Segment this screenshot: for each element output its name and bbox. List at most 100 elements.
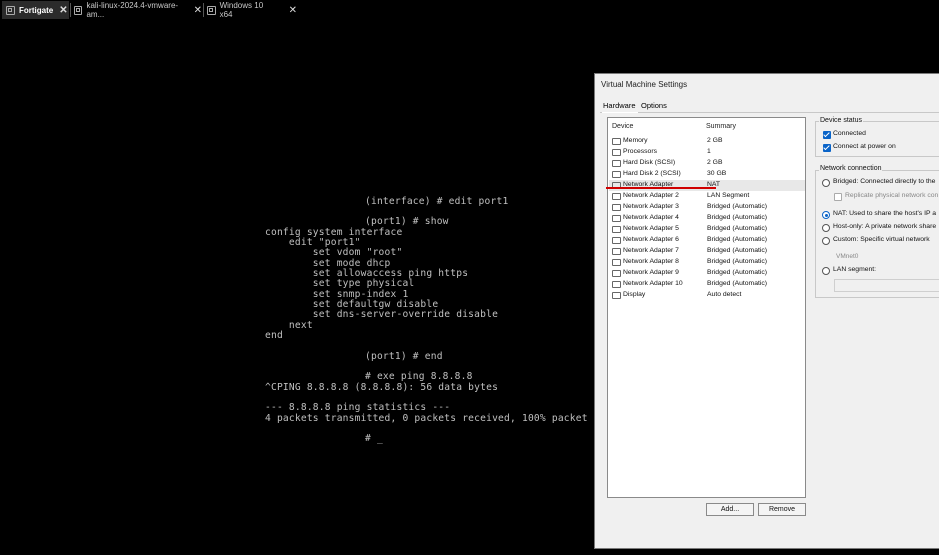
device-summary: Bridged (Automatic) — [707, 269, 768, 276]
console-line: --- 8.8.8.8 ping statistics --- — [265, 402, 451, 413]
tab-fortigate[interactable]: Fortigate ✕ — [2, 1, 69, 19]
close-icon[interactable]: ✕ — [194, 5, 202, 16]
display-icon — [612, 292, 621, 299]
tab-label: kali-linux-2024.4-vmware-am... — [86, 1, 179, 19]
device-name: Hard Disk (SCSI) — [623, 159, 676, 166]
hard-disk-icon — [612, 171, 621, 178]
device-row-network-adapter-8[interactable]: Network Adapter 8 Bridged (Automatic) — [609, 257, 805, 268]
vm-tab-bar: Fortigate ✕ kali-linux-2024.4-vmware-am.… — [0, 0, 939, 20]
connected-checkbox[interactable] — [823, 131, 831, 139]
tab-label: Windows 10 x64 — [219, 1, 264, 19]
tab-divider — [203, 3, 204, 17]
network-adapter-icon — [612, 270, 621, 277]
lan-segment-label: LAN segment: — [833, 266, 877, 273]
device-summary: 2 GB — [707, 159, 723, 166]
device-row-network-adapter[interactable]: Network Adapter NAT — [609, 180, 805, 191]
device-row-hard-disk-2[interactable]: Hard Disk 2 (SCSI) 30 GB — [609, 169, 805, 180]
device-name: Network Adapter 9 — [623, 269, 679, 276]
device-summary: LAN Segment — [707, 192, 750, 199]
add-button[interactable]: Add... — [706, 503, 754, 516]
device-row-network-adapter-9[interactable]: Network Adapter 9 Bridged (Automatic) — [609, 268, 805, 279]
host-only-label: Host-only: A private network share — [833, 223, 937, 230]
network-connection-label: Network connection — [819, 165, 883, 172]
console-line: # exe ping 8.8.8.8 — [365, 371, 473, 382]
tab-options[interactable]: Options — [641, 101, 667, 110]
device-summary: 2 GB — [707, 137, 723, 144]
device-row-network-adapter-3[interactable]: Network Adapter 3 Bridged (Automatic) — [609, 202, 805, 213]
device-row-network-adapter-5[interactable]: Network Adapter 5 Bridged (Automatic) — [609, 224, 805, 235]
network-adapter-icon — [612, 215, 621, 222]
device-row-network-adapter-2[interactable]: Network Adapter 2 LAN Segment — [609, 191, 805, 202]
active-tab-indicator — [602, 112, 638, 113]
device-name: Network Adapter 5 — [623, 225, 679, 232]
tab-hardware[interactable]: Hardware — [603, 101, 636, 110]
console-line: (port1) # show — [365, 216, 449, 227]
remove-button[interactable]: Remove — [758, 503, 806, 516]
network-adapter-icon — [612, 193, 621, 200]
tab-divider — [70, 3, 71, 17]
connect-at-power-on-checkbox[interactable] — [823, 144, 831, 152]
console-line: end — [265, 330, 283, 341]
close-icon[interactable]: ✕ — [59, 5, 67, 16]
console-line: set type physical — [265, 278, 415, 289]
device-name: Memory — [623, 137, 648, 144]
vm-icon — [207, 5, 216, 15]
connected-label: Connected — [833, 130, 866, 137]
device-summary: Bridged (Automatic) — [707, 236, 768, 243]
red-underline-annotation — [606, 187, 716, 189]
device-name: Network Adapter 3 — [623, 203, 679, 210]
hard-disk-icon — [612, 160, 621, 167]
bridged-radio[interactable] — [822, 179, 830, 187]
device-row-network-adapter-7[interactable]: Network Adapter 7 Bridged (Automatic) — [609, 246, 805, 257]
device-name: Network Adapter 2 — [623, 192, 679, 199]
device-name: Display — [623, 291, 646, 298]
device-summary: Bridged (Automatic) — [707, 247, 768, 254]
console-line: set vdom "root" — [265, 247, 403, 258]
device-summary: 30 GB — [707, 170, 727, 177]
replicate-label: Replicate physical network con — [845, 192, 939, 199]
lan-segment-radio[interactable] — [822, 267, 830, 275]
console-line: 4 packets transmitted, 0 packets receive… — [265, 413, 606, 424]
column-header-summary: Summary — [706, 123, 736, 130]
device-name: Network Adapter 4 — [623, 214, 679, 221]
lan-segment-select[interactable] — [834, 279, 939, 292]
console-line: set dns-server-override disable — [265, 309, 499, 320]
network-adapter-icon — [612, 226, 621, 233]
device-name: Network Adapter 7 — [623, 247, 679, 254]
processor-icon — [612, 149, 621, 156]
device-row-hard-disk[interactable]: Hard Disk (SCSI) 2 GB — [609, 158, 805, 169]
device-summary: Bridged (Automatic) — [707, 258, 768, 265]
device-row-network-adapter-6[interactable]: Network Adapter 6 Bridged (Automatic) — [609, 235, 805, 246]
close-icon[interactable]: ✕ — [289, 5, 297, 16]
device-summary: Auto detect — [707, 291, 742, 298]
device-row-processors[interactable]: Processors 1 — [609, 147, 805, 158]
network-adapter-icon — [612, 248, 621, 255]
device-row-network-adapter-10[interactable]: Network Adapter 10 Bridged (Automatic) — [609, 279, 805, 290]
memory-icon — [612, 138, 621, 145]
device-row-display[interactable]: Display Auto detect — [609, 290, 805, 301]
tab-kali-linux[interactable]: kali-linux-2024.4-vmware-am... ✕ — [74, 1, 202, 19]
device-name: Network Adapter 8 — [623, 258, 679, 265]
tab-windows-10[interactable]: Windows 10 x64 ✕ — [207, 1, 297, 19]
device-row-memory[interactable]: Memory 2 GB — [609, 136, 805, 147]
nat-radio[interactable] — [822, 211, 830, 219]
dialog-title: Virtual Machine Settings — [601, 80, 688, 89]
device-row-network-adapter-4[interactable]: Network Adapter 4 Bridged (Automatic) — [609, 213, 805, 224]
device-list[interactable]: Device Summary Memory 2 GB Processors 1 … — [607, 117, 806, 498]
vmnet-select[interactable]: VMnet0 — [836, 253, 858, 260]
tab-label: Fortigate — [19, 5, 54, 15]
network-adapter-icon — [612, 259, 621, 266]
device-name: Network Adapter 10 — [623, 280, 683, 287]
network-adapter-icon — [612, 204, 621, 211]
replicate-checkbox[interactable] — [834, 193, 842, 201]
host-only-radio[interactable] — [822, 224, 830, 232]
bridged-label: Bridged: Connected directly to the — [833, 178, 936, 185]
device-status-group — [815, 121, 939, 157]
network-adapter-icon — [612, 237, 621, 244]
column-header-device: Device — [612, 123, 634, 130]
device-status-label: Device status — [819, 117, 864, 124]
vm-icon — [6, 5, 15, 15]
device-summary: 1 — [707, 148, 711, 155]
connect-at-power-on-label: Connect at power on — [833, 143, 896, 150]
custom-radio[interactable] — [822, 237, 830, 245]
